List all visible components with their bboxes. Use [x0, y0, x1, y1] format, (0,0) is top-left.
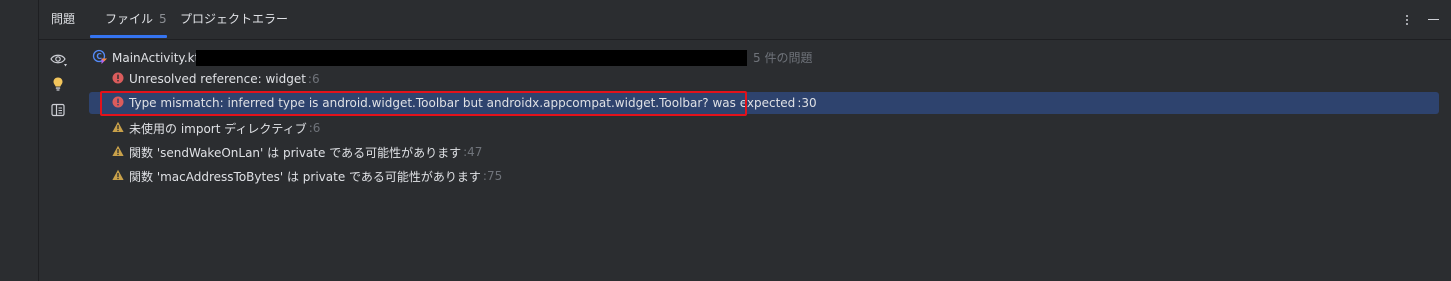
more-options-icon[interactable]: [1399, 12, 1415, 28]
problem-row[interactable]: 関数 'macAddressToBytes' は private である可能性が…: [112, 166, 502, 186]
problems-tree: C MainActivity.kt 5 件の問題 Unresolved refe…: [76, 40, 1451, 281]
tab-file[interactable]: ファイル 5: [105, 0, 167, 39]
problem-line: :6: [307, 72, 320, 86]
warning-icon: [112, 169, 124, 184]
problem-text: 関数 'macAddressToBytes' は private である可能性が…: [129, 169, 481, 184]
problems-toolbar: [39, 40, 76, 281]
problem-text: Unresolved reference: widget: [129, 72, 306, 86]
problem-row[interactable]: 未使用の import ディレクティブ :6: [112, 118, 320, 138]
problem-line: :30: [797, 96, 817, 110]
eye-icon[interactable]: [50, 52, 67, 68]
problem-line: :6: [308, 121, 321, 135]
problem-line: :47: [463, 145, 483, 159]
redacted-path: [196, 50, 747, 66]
warning-icon: [112, 145, 124, 160]
problem-row[interactable]: 関数 'sendWakeOnLan' は private である可能性があります…: [112, 142, 482, 162]
tab-file-count: 5: [159, 12, 167, 26]
minimize-icon[interactable]: [1425, 12, 1441, 28]
tab-file-label: ファイル: [105, 12, 154, 26]
problem-row[interactable]: Unresolved reference: widget :6: [112, 69, 320, 89]
tab-bar: 問題 ファイル 5 プロジェクトエラー: [39, 0, 1451, 40]
tab-problems-title: 問題: [51, 12, 76, 26]
tool-window-strip: [0, 0, 39, 281]
preview-icon[interactable]: [50, 102, 66, 118]
file-node[interactable]: C MainActivity.kt: [92, 49, 199, 67]
active-tab-indicator: [90, 35, 167, 38]
kotlin-class-icon: C: [92, 49, 108, 68]
problem-text: 未使用の import ディレクティブ: [129, 121, 307, 136]
warning-icon: [112, 121, 124, 136]
file-name: MainActivity.kt: [112, 51, 200, 65]
tab-project-errors[interactable]: プロジェクトエラー: [180, 0, 288, 39]
error-icon: [112, 72, 124, 87]
file-problem-count: 5 件の問題: [753, 51, 813, 65]
lightbulb-icon[interactable]: [50, 76, 66, 92]
annotation-highlight-box: [100, 91, 747, 116]
problem-line: :75: [482, 169, 503, 183]
problem-text: 関数 'sendWakeOnLan' は private である可能性があります: [129, 145, 462, 160]
